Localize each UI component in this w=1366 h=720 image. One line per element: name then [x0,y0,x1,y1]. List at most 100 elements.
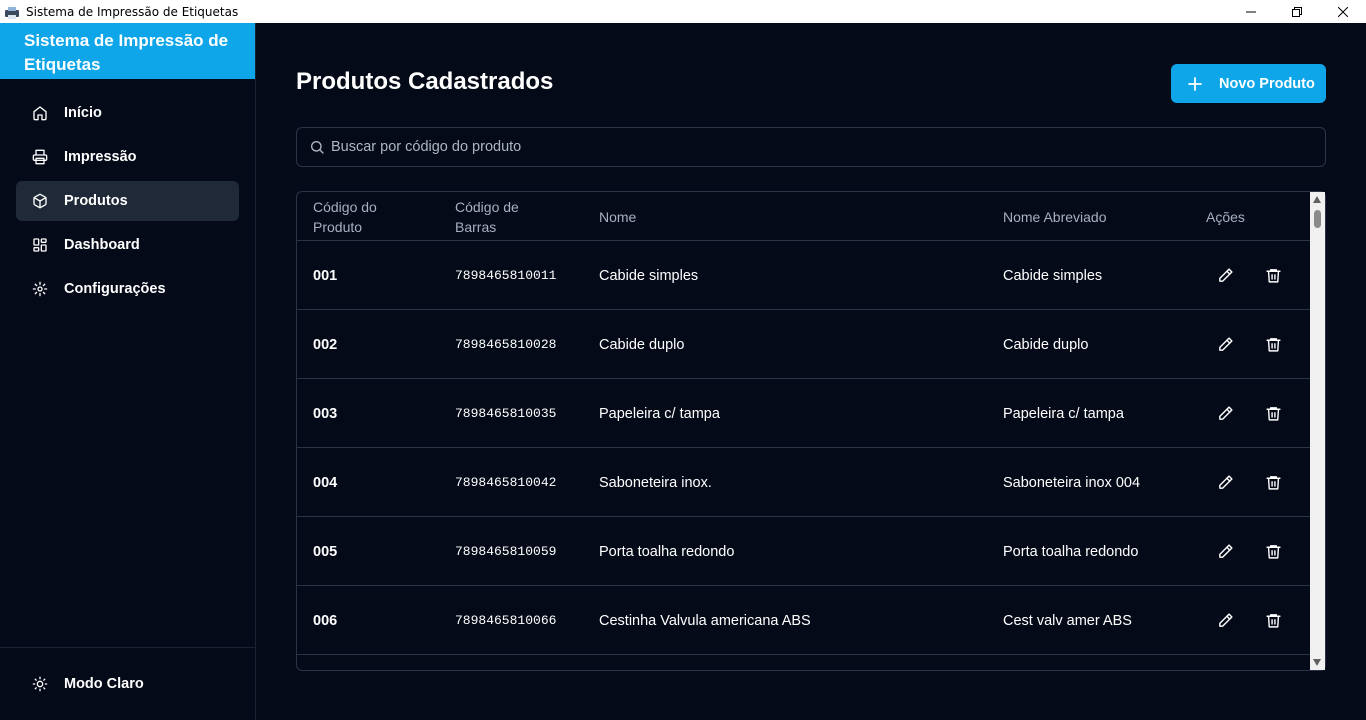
home-icon [32,105,48,121]
edit-button[interactable] [1217,405,1234,422]
sun-icon [32,676,48,692]
pencil-icon [1219,406,1233,420]
table-row: 002 7898465810028 Cabide duplo Cabide du… [297,310,1310,379]
pencil-icon [1219,544,1233,558]
gear-icon [32,281,48,297]
column-header-short-name: Nome Abreviado [1003,208,1107,225]
window-title: Sistema de Impressão de Etiquetas [26,4,239,19]
delete-button[interactable] [1265,336,1282,353]
product-code: 006 [313,612,338,629]
sidebar: Sistema de Impressão de Etiquetas Início… [0,23,256,720]
sidebar-item-label: Início [64,105,102,121]
product-barcode: 7898465810035 [455,406,557,421]
product-barcode: 7898465810042 [455,475,557,490]
pencil-icon [1219,268,1233,282]
pencil-icon [1219,475,1233,489]
trash-icon [1266,338,1281,352]
table-header: Código do Produto Código de Barras Nome No… [297,192,1310,241]
theme-toggle-label: Modo Claro [64,676,144,692]
search-box[interactable] [296,127,1326,167]
product-name: Cabide duplo [599,336,685,353]
column-header-barcode: Código de Barras [455,198,519,235]
pencil-icon [1219,337,1233,351]
printer-icon [32,149,48,165]
product-code: 001 [313,267,338,284]
edit-button[interactable] [1217,474,1234,491]
product-short-name: Saboneteira inox 004 [1003,474,1141,491]
sidebar-nav: Início Impressão Produtos Dashboard Conf… [0,79,255,309]
product-short-name: Cabide duplo [1003,336,1089,353]
package-icon [32,193,48,209]
product-code: 003 [313,405,338,422]
restore-icon [1292,6,1302,17]
table-row: 004 7898465810042 Saboneteira inox. Sabo… [297,448,1310,517]
edit-button[interactable] [1217,612,1234,629]
delete-button[interactable] [1265,474,1282,491]
product-name: Cabide simples [599,267,699,284]
page-title: Produtos Cadastrados [296,68,554,95]
delete-button[interactable] [1265,267,1282,284]
minimize-icon [1246,11,1256,12]
sidebar-item-dashboard[interactable]: Dashboard [16,225,239,265]
product-name: Papeleira c/ tampa [599,405,720,422]
new-product-button[interactable]: Novo Produto [1171,64,1326,103]
trash-icon [1266,407,1281,421]
search-icon [309,139,325,155]
table-row: 005 7898465810059 Porta toalha redondo P… [297,517,1310,586]
sidebar-item-label: Dashboard [64,237,140,253]
sidebar-item-label: Produtos [64,193,128,209]
plus-icon [1187,76,1203,92]
edit-button[interactable] [1217,336,1234,353]
dashboard-icon [32,237,48,253]
product-barcode: 7898465810066 [455,613,557,628]
sidebar-item-label: Configurações [64,281,166,297]
sidebar-item-produtos[interactable]: Produtos [16,181,239,221]
column-header-actions: Ações [1206,208,1245,225]
pencil-icon [1219,613,1233,627]
sidebar-item-inicio[interactable]: Início [16,93,239,133]
product-name: Saboneteira inox. [599,474,712,491]
column-header-name: Nome [599,208,637,225]
product-short-name: Papeleira c/ tampa [1003,405,1124,422]
product-code: 002 [313,336,338,353]
product-name: Cestinha Valvula americana ABS [599,612,811,629]
sidebar-item-label: Impressão [64,149,137,165]
scrollbar-thumb[interactable] [1314,210,1321,228]
new-product-label: Novo Produto [1219,75,1315,92]
scroll-down-arrow-icon[interactable] [1313,659,1321,666]
table-row: 001 7898465810011 Cabide simples Cabide … [297,241,1310,310]
product-name: Porta toalha redondo [599,543,735,560]
scroll-up-arrow-icon[interactable] [1313,196,1321,203]
table-scrollbar[interactable] [1310,192,1325,670]
column-header-code: Código do Produto [313,198,377,235]
product-barcode: 7898465810011 [455,268,557,283]
edit-button[interactable] [1217,267,1234,284]
trash-icon [1266,614,1281,628]
product-short-name: Cest valv amer ABS [1003,612,1132,629]
close-icon [1338,6,1348,17]
table-row: 006 7898465810066 Cestinha Valvula ameri… [297,586,1310,655]
sidebar-item-impressao[interactable]: Impressão [16,137,239,177]
window-titlebar: Sistema de Impressão de Etiquetas [0,0,1366,23]
trash-icon [1266,476,1281,490]
theme-toggle-button[interactable]: Modo Claro [0,647,255,720]
search-input[interactable] [331,139,1231,155]
product-barcode: 7898465810059 [455,544,557,559]
delete-button[interactable] [1265,543,1282,560]
product-code: 005 [313,543,338,560]
product-short-name: Porta toalha redondo [1003,543,1139,560]
products-table: Código do Produto Código de Barras Nome No… [296,191,1326,671]
maximize-button[interactable] [1274,0,1320,23]
delete-button[interactable] [1265,405,1282,422]
product-short-name: Cabide simples [1003,267,1103,284]
trash-icon [1266,269,1281,283]
product-barcode: 7898465810028 [455,337,557,352]
minimize-button[interactable] [1228,0,1274,23]
delete-button[interactable] [1265,612,1282,629]
app-brand: Sistema de Impressão de Etiquetas [0,23,255,79]
edit-button[interactable] [1217,543,1234,560]
product-code: 004 [313,474,338,491]
close-button[interactable] [1320,0,1366,23]
trash-icon [1266,545,1281,559]
sidebar-item-configuracoes[interactable]: Configurações [16,269,239,309]
